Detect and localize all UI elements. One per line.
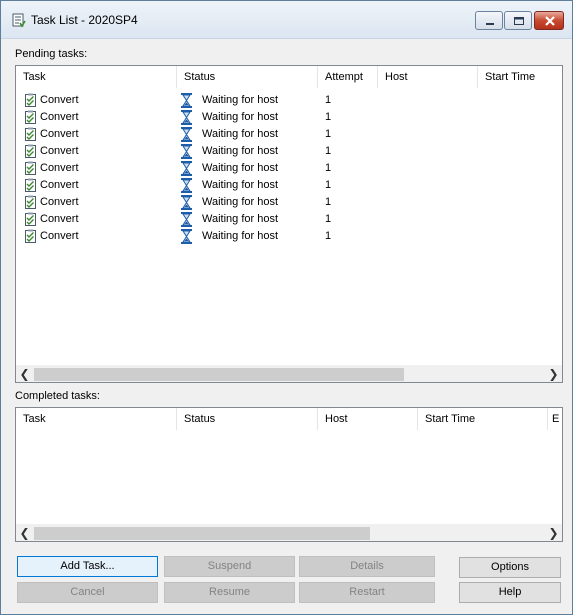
column-header-task[interactable]: Task [16, 66, 177, 88]
status-cell: Waiting for host [202, 213, 279, 225]
minimize-button[interactable] [475, 11, 503, 30]
scroll-left-arrow-icon[interactable]: ❮ [16, 525, 33, 542]
pending-horizontal-scrollbar[interactable]: ❮ ❯ [16, 365, 562, 382]
status-cell: Waiting for host [202, 128, 279, 140]
hourglass-icon [181, 161, 192, 176]
attempt-cell: 1 [325, 128, 332, 140]
hourglass-icon [181, 178, 192, 193]
title-bar[interactable]: Task List - 2020SP4 [1, 1, 572, 39]
attempt-cell: 1 [325, 230, 332, 242]
scroll-right-arrow-icon[interactable]: ❯ [545, 366, 562, 383]
attempt-cell: 1 [325, 196, 332, 208]
attempt-cell: 1 [325, 94, 332, 106]
minimize-icon [486, 23, 494, 25]
checklist-icon [25, 229, 36, 243]
table-row[interactable]: Convert Waiting for host 1 [16, 160, 562, 177]
hourglass-icon [181, 229, 192, 244]
status-cell: Waiting for host [202, 196, 279, 208]
column-header-start-time[interactable]: Start Time [478, 66, 562, 88]
maximize-button[interactable] [504, 11, 532, 30]
cancel-button[interactable]: Cancel [17, 582, 158, 603]
status-cell: Waiting for host [202, 94, 279, 106]
pending-tasks-list[interactable]: Task Status Attempt Host Start Time Conv… [15, 65, 563, 383]
table-row[interactable]: Convert Waiting for host 1 [16, 211, 562, 228]
completed-tasks-list[interactable]: Task Status Host Start Time E ❮ ❯ [15, 407, 563, 542]
column-header-task[interactable]: Task [16, 408, 177, 430]
checklist-icon [25, 93, 36, 107]
pending-list-header: Task Status Attempt Host Start Time [16, 66, 562, 88]
attempt-cell: 1 [325, 213, 332, 225]
hourglass-icon [181, 144, 192, 159]
window-title: Task List - 2020SP4 [31, 13, 138, 27]
checklist-icon [25, 161, 36, 175]
checklist-icon [25, 212, 36, 226]
column-header-start-time[interactable]: Start Time [418, 408, 548, 430]
resume-button[interactable]: Resume [164, 582, 295, 603]
scroll-left-arrow-icon[interactable]: ❮ [16, 366, 33, 383]
task-list-app-icon [12, 13, 26, 28]
task-cell: Convert [40, 179, 79, 191]
close-button[interactable] [534, 11, 564, 30]
task-list-window: Task List - 2020SP4 Pending tasks: Task … [0, 0, 573, 615]
task-cell: Convert [40, 162, 79, 174]
status-cell: Waiting for host [202, 230, 279, 242]
table-row[interactable]: Convert Waiting for host 1 [16, 109, 562, 126]
completed-tasks-label: Completed tasks: [15, 390, 100, 402]
column-header-host[interactable]: Host [318, 408, 418, 430]
completed-list-header: Task Status Host Start Time E [16, 408, 562, 430]
checklist-icon [25, 110, 36, 124]
column-header-host[interactable]: Host [378, 66, 478, 88]
task-cell: Convert [40, 111, 79, 123]
status-cell: Waiting for host [202, 179, 279, 191]
status-cell: Waiting for host [202, 162, 279, 174]
attempt-cell: 1 [325, 179, 332, 191]
task-cell: Convert [40, 213, 79, 225]
suspend-button[interactable]: Suspend [164, 556, 295, 577]
checklist-icon [25, 144, 36, 158]
table-row[interactable]: Convert Waiting for host 1 [16, 228, 562, 245]
hourglass-icon [181, 110, 192, 125]
attempt-cell: 1 [325, 145, 332, 157]
help-button[interactable]: Help [459, 582, 561, 603]
options-button[interactable]: Options [459, 557, 561, 578]
attempt-cell: 1 [325, 111, 332, 123]
checklist-icon [25, 195, 36, 209]
table-row[interactable]: Convert Waiting for host 1 [16, 143, 562, 160]
column-header-status[interactable]: Status [177, 408, 318, 430]
pending-tasks-label: Pending tasks: [15, 48, 88, 60]
task-cell: Convert [40, 230, 79, 242]
task-cell: Convert [40, 196, 79, 208]
scrollbar-thumb[interactable] [34, 527, 370, 540]
task-cell: Convert [40, 145, 79, 157]
table-row[interactable]: Convert Waiting for host 1 [16, 126, 562, 143]
column-header-truncated[interactable]: E [548, 408, 562, 430]
status-cell: Waiting for host [202, 111, 279, 123]
maximize-icon [514, 17, 524, 25]
table-row[interactable]: Convert Waiting for host 1 [16, 92, 562, 109]
table-row[interactable]: Convert Waiting for host 1 [16, 194, 562, 211]
attempt-cell: 1 [325, 162, 332, 174]
column-header-attempt[interactable]: Attempt [318, 66, 378, 88]
column-header-status[interactable]: Status [177, 66, 318, 88]
status-cell: Waiting for host [202, 145, 279, 157]
checklist-icon [25, 178, 36, 192]
completed-horizontal-scrollbar[interactable]: ❮ ❯ [16, 524, 562, 541]
table-row[interactable]: Convert Waiting for host 1 [16, 177, 562, 194]
hourglass-icon [181, 212, 192, 227]
task-cell: Convert [40, 128, 79, 140]
task-cell: Convert [40, 94, 79, 106]
scroll-right-arrow-icon[interactable]: ❯ [545, 525, 562, 542]
hourglass-icon [181, 195, 192, 210]
details-button[interactable]: Details [299, 556, 435, 577]
close-icon [545, 16, 555, 26]
restart-button[interactable]: Restart [299, 582, 435, 603]
hourglass-icon [181, 127, 192, 142]
hourglass-icon [181, 93, 192, 108]
scrollbar-thumb[interactable] [34, 368, 404, 381]
checklist-icon [25, 127, 36, 141]
add-task-button[interactable]: Add Task... [17, 556, 158, 577]
